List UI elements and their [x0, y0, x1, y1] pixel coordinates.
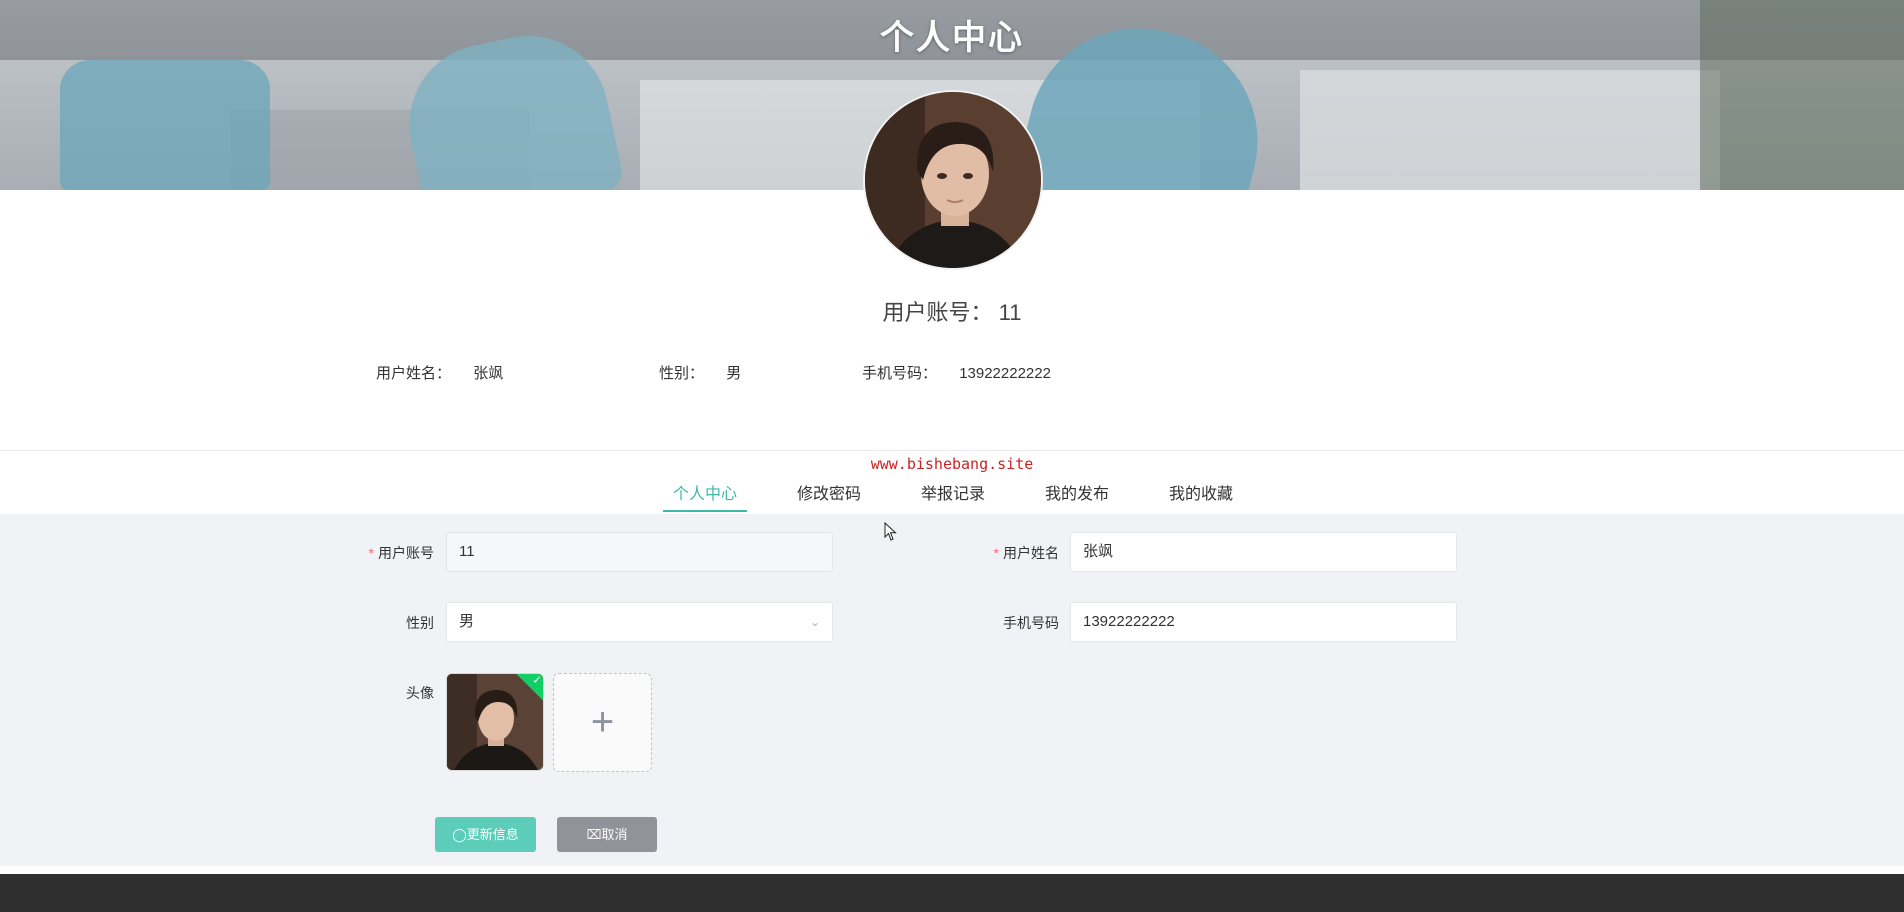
avatar-field-label: 头像	[406, 685, 434, 701]
watermark-text: www.bishebang.site	[870, 455, 1034, 473]
check-circle-icon: ◯	[452, 827, 467, 842]
gender-select[interactable]: 男 ⌄	[446, 602, 833, 642]
check-icon: ✓	[532, 674, 542, 687]
name-value: 张飒	[473, 365, 504, 382]
account-field[interactable]: 11	[446, 532, 833, 572]
account-value: 11	[998, 300, 1022, 325]
tab-my-favorites[interactable]: 我的收藏	[1166, 480, 1236, 512]
uploaded-avatar-thumbnail[interactable]: ✓	[446, 673, 544, 771]
info-gender: 性别： 男	[659, 362, 741, 383]
tab-personal-center[interactable]: 个人中心	[663, 480, 747, 512]
upload-add-button[interactable]: +	[553, 673, 652, 772]
divider	[0, 450, 1904, 451]
tab-change-password[interactable]: 修改密码	[794, 480, 864, 512]
account-field-label: * 用户账号	[368, 545, 434, 561]
info-phone: 手机号码： 13922222222	[862, 362, 1051, 383]
gender-field-label: 性别	[406, 615, 434, 631]
phone-value: 13922222222	[959, 365, 1051, 382]
plus-icon: +	[590, 700, 615, 744]
phone-label: 手机号码：	[862, 365, 938, 382]
tab-bar: 个人中心 修改密码 举报记录 我的发布 我的收藏	[0, 480, 1904, 512]
gender-label: 性别：	[659, 365, 705, 382]
profile-form	[0, 514, 1904, 866]
page-title: 个人中心	[880, 19, 1024, 57]
avatar-thumbnail-image	[447, 674, 543, 770]
avatar-portrait-image	[865, 92, 1041, 268]
avatar	[863, 90, 1043, 270]
account-label: 用户账号：	[882, 300, 993, 325]
name-field[interactable]: 张飒	[1070, 532, 1457, 572]
close-square-icon: ⌧	[586, 827, 602, 842]
info-name: 用户姓名： 张飒	[376, 362, 503, 383]
footer	[0, 874, 1904, 912]
tab-my-posts[interactable]: 我的发布	[1042, 480, 1112, 512]
gender-select-value: 男	[459, 613, 475, 630]
cancel-button[interactable]: ⌧取消	[557, 817, 657, 852]
account-summary: 用户账号： 11	[0, 295, 1904, 327]
tab-report-records[interactable]: 举报记录	[918, 480, 988, 512]
chevron-down-icon: ⌄	[809, 615, 820, 629]
update-info-button[interactable]: ◯更新信息	[435, 817, 536, 852]
mouse-cursor-icon	[884, 521, 898, 547]
phone-field-label: 手机号码	[1003, 615, 1059, 631]
phone-field[interactable]: 13922222222	[1070, 602, 1457, 642]
name-label: 用户姓名：	[376, 365, 452, 382]
name-field-label: * 用户姓名	[993, 545, 1059, 561]
gender-value: 男	[726, 365, 742, 382]
